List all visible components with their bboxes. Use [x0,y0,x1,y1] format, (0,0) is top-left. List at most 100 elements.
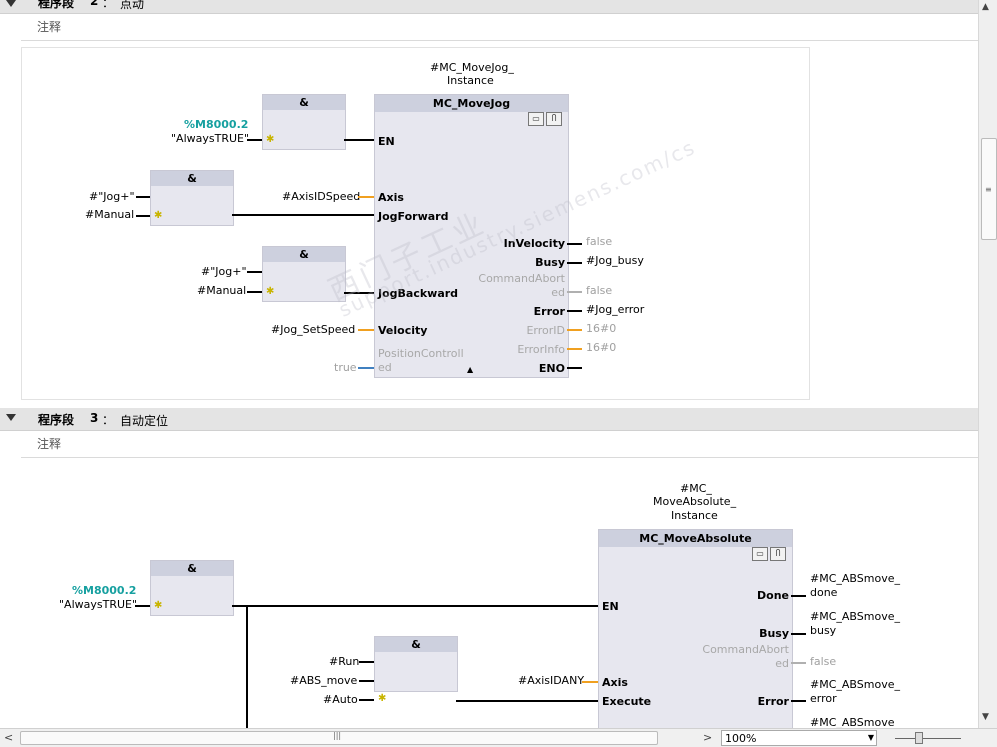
gate-symbol: & [151,561,233,576]
fb-title: MC_MoveJog [375,95,568,112]
segment-3-name: 自动定位 [120,414,169,428]
wire [567,310,582,312]
stethoscope-icon[interactable]: Ⴖ [770,547,786,561]
out-error-2[interactable]: error [810,692,837,705]
out-commandaborted[interactable]: false [810,655,836,668]
pin-commandaborted-1: CommandAbort [702,643,789,656]
pin-velocity: Velocity [378,324,428,337]
scroll-right-icon[interactable]: > [703,731,712,744]
pin-axis: Axis [378,191,404,204]
wire [358,196,374,198]
segment-2-comment[interactable]: 注释 [37,18,61,35]
out-busy[interactable]: #Jog_busy [586,254,644,267]
wire [344,139,374,141]
wire [791,595,806,597]
wire [582,681,598,683]
address-label[interactable]: %M8000.2 [72,584,136,597]
wire [567,329,582,331]
collapse-triangle-icon[interactable] [6,0,16,7]
position-input-label[interactable]: true [334,361,357,374]
wire [359,680,374,682]
fb-title: MC_MoveAbsolute [599,530,792,547]
jog-plus-a-label[interactable]: #"Jog+" [89,190,135,203]
pin-positioncontrolled-1: PositionControll [378,347,464,360]
and-gate-1[interactable]: & ✱ [262,94,346,150]
pin-en: EN [602,600,619,613]
manual-a-label[interactable]: #Manual [85,208,134,221]
wire [359,661,374,663]
manual-b-label[interactable]: #Manual [197,284,246,297]
wire [247,139,262,141]
zoom-slider-thumb[interactable] [915,732,923,744]
segment-2-header[interactable]: 程序段 2 ： 点动 [0,0,978,14]
wire [232,605,598,607]
vertical-scrollbar[interactable]: ▲ ≡ ▼ [978,0,997,728]
negation-star-icon: ✱ [266,134,275,145]
out-busy-2[interactable]: busy [810,624,836,637]
axis-input-label[interactable]: #AxisIDSpeed [282,190,360,203]
fb-instance-line2[interactable]: MoveAbsolute_ [653,495,736,508]
pin-eno: ENO [538,362,565,375]
pin-busy: Busy [535,256,565,269]
out-done-2[interactable]: done [810,586,837,599]
chevron-down-icon[interactable]: ▼ [868,733,874,742]
velocity-input-label[interactable]: #Jog_SetSpeed [271,323,355,336]
jog-plus-b-label[interactable]: #"Jog+" [201,265,247,278]
pin-error: Error [757,695,789,708]
out-error-1[interactable]: #MC_ABSmove_ [810,678,900,691]
negation-star-icon: ✱ [154,600,163,611]
wire [246,605,248,728]
out-errorinfo[interactable]: 16#0 [586,341,616,354]
expand-arrow-icon[interactable]: ▲ [467,365,473,374]
horizontal-scroll-thumb[interactable]: ||| [20,731,658,745]
scroll-down-icon[interactable]: ▼ [982,712,989,722]
and-gate-2[interactable]: & ✱ [150,170,234,226]
pin-positioncontrolled-2: ed [378,361,392,374]
and-gate-5[interactable]: & ✱ [374,636,458,704]
out-invelocity[interactable]: false [586,235,612,248]
address-label[interactable]: %M8000.2 [184,118,248,131]
out-commandaborted[interactable]: false [586,284,612,297]
out-errorid[interactable]: 16#0 [586,322,616,335]
gate-symbol: & [375,637,457,652]
fb-instance-line2[interactable]: Instance [447,74,494,87]
auto-label[interactable]: #Auto [323,693,358,706]
stethoscope-icon[interactable]: Ⴖ [546,112,562,126]
gate-symbol: & [263,247,345,262]
fb-mc-moveabsolute[interactable]: MC_MoveAbsolute ▭ Ⴖ EN Done Busy CommandA… [598,529,793,730]
pin-busy: Busy [759,627,789,640]
vertical-scroll-thumb[interactable]: ≡ [981,138,997,240]
always-true-label[interactable]: "AlwaysTRUE" [171,132,249,145]
scroll-left-icon[interactable]: < [4,731,13,744]
pin-error: Error [533,305,565,318]
fb-instance-line1[interactable]: #MC_ [680,482,712,495]
run-label[interactable]: #Run [329,655,359,668]
zoom-slider-track[interactable] [895,738,961,739]
abs-move-label[interactable]: #ABS_move [290,674,357,687]
monitor-icon[interactable]: ▭ [528,112,544,126]
wire [232,214,374,216]
out-busy-1[interactable]: #MC_ABSmove_ [810,610,900,623]
fb-instance-line1[interactable]: #MC_MoveJog_ [430,61,514,74]
scroll-up-icon[interactable]: ▲ [982,2,989,12]
fb-icons: ▭ Ⴖ [526,111,562,126]
always-true-label[interactable]: "AlwaysTRUE" [59,598,137,611]
fb-instance-line3[interactable]: Instance [671,509,718,522]
axis-input-label[interactable]: #AxisIDANY [518,674,584,687]
and-gate-4[interactable]: & ✱ [150,560,234,616]
monitor-icon[interactable]: ▭ [752,547,768,561]
wire [136,215,150,217]
wire [567,291,582,293]
zoom-value: 100% [725,732,757,745]
zoom-select[interactable]: 100% ▼ [721,730,877,746]
pin-execute: Execute [602,695,652,708]
grip-icon: ||| [333,731,342,740]
out-done-1[interactable]: #MC_ABSmove_ [810,572,900,585]
comment-divider [21,40,978,41]
horizontal-scrollbar[interactable]: < ||| > 100% ▼ [0,728,997,747]
segment-3-header[interactable]: 程序段 3 ： 自动定位 [0,408,978,431]
out-error[interactable]: #Jog_error [586,303,644,316]
collapse-triangle-icon[interactable] [6,414,16,421]
pin-commandaborted-1: CommandAbort [478,272,565,285]
segment-3-comment[interactable]: 注释 [37,435,61,452]
